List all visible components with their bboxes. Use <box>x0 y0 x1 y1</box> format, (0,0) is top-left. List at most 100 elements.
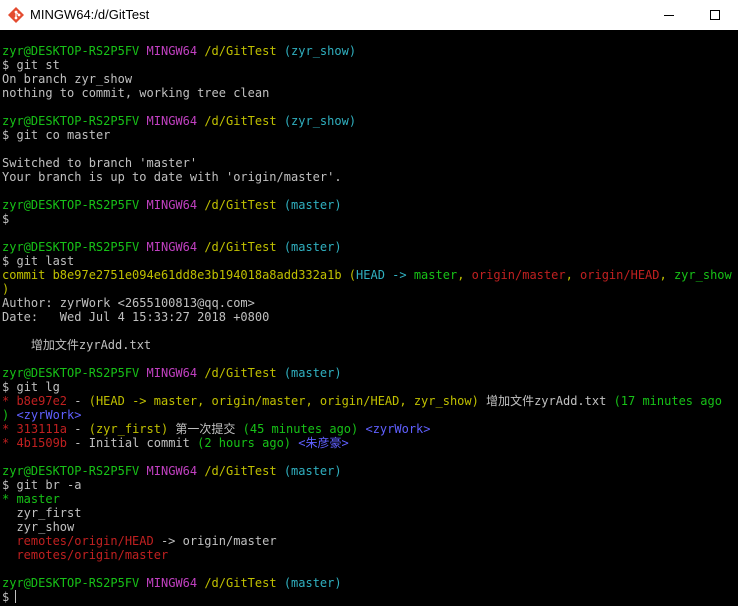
ref-separator: , <box>457 268 472 282</box>
prompt-line: zyr@DESKTOP-RS2P5FV MINGW64 /d/GitTest (… <box>2 366 738 380</box>
prompt-line: zyr@DESKTOP-RS2P5FV MINGW64 /d/GitTest (… <box>2 114 738 128</box>
log-message: 第一次提交 <box>168 422 243 436</box>
prompt-symbol: $ <box>2 478 10 492</box>
log-entry-continued: ) <zyrWork> <box>2 408 738 422</box>
prompt-branch: (zyr_show) <box>283 44 357 58</box>
command-text: git co master <box>16 128 111 142</box>
maximize-icon <box>710 10 720 20</box>
output-line: On branch zyr_show <box>2 72 133 86</box>
ref-master: master <box>413 268 458 282</box>
command-text: git st <box>16 58 60 72</box>
author-line: Author: zyrWork <2655100813@qq.com> <box>2 296 255 310</box>
log-entry: * b8e97e2 - (HEAD -> master, origin/mast… <box>2 394 738 408</box>
command-line: $ git br -a <box>2 478 738 492</box>
maximize-button[interactable] <box>692 0 738 30</box>
title-bar: MINGW64:/d/GitTest <box>0 0 738 30</box>
log-author: <zyrWork> <box>358 422 431 436</box>
log-time: (45 minutes ago) <box>242 422 359 436</box>
log-entry: * 313111a - (zyr_first) 第一次提交 (45 minute… <box>2 422 738 436</box>
current-branch-name: master <box>16 492 60 506</box>
prompt-line: zyr@DESKTOP-RS2P5FV MINGW64 /d/GitTest (… <box>2 198 738 212</box>
prompt-line: zyr@DESKTOP-RS2P5FV MINGW64 /d/GitTest (… <box>2 240 738 254</box>
prompt-symbol: $ <box>2 58 10 72</box>
prompt-line: zyr@DESKTOP-RS2P5FV MINGW64 /d/GitTest (… <box>2 576 738 590</box>
prompt-env: MINGW64 <box>146 464 198 478</box>
date-line: Date: Wed Jul 4 15:33:27 2018 +0800 <box>2 310 270 324</box>
commit-message-line: 增加文件zyrAdd.txt <box>2 338 152 352</box>
prompt-branch: (master) <box>283 240 342 254</box>
prompt-user: zyr@DESKTOP-RS2P5FV <box>2 240 140 254</box>
log-time: (2 hours ago) <box>197 436 292 450</box>
prompt-branch: (master) <box>283 366 342 380</box>
prompt-user: zyr@DESKTOP-RS2P5FV <box>2 464 140 478</box>
ref-origin-head: origin/HEAD <box>580 268 660 282</box>
ref-origin-master: origin/master <box>471 268 566 282</box>
ref-separator: , <box>565 268 581 282</box>
prompt-env: MINGW64 <box>146 576 198 590</box>
prompt-path: /d/GitTest <box>204 240 277 254</box>
active-command-line[interactable]: $ <box>2 590 738 604</box>
ref-separator: , <box>659 268 674 282</box>
graph-star: * <box>2 436 17 450</box>
command-text: git lg <box>16 380 60 394</box>
prompt-env: MINGW64 <box>146 114 198 128</box>
log-dash: - <box>67 436 89 450</box>
output-line: Switched to branch 'master' <box>2 156 198 170</box>
prompt-path: /d/GitTest <box>204 576 277 590</box>
prompt-path: /d/GitTest <box>204 198 277 212</box>
log-refs: (HEAD -> master, origin/master, origin/H… <box>88 394 479 408</box>
ref-zyr-show: zyr_show <box>673 268 732 282</box>
log-hash: 313111a <box>16 422 68 436</box>
prompt-path: /d/GitTest <box>204 366 277 380</box>
ref-head: HEAD -> <box>356 268 414 282</box>
remote-head-target: -> origin/master <box>153 534 277 548</box>
log-hash: b8e97e2 <box>16 394 68 408</box>
prompt-user: zyr@DESKTOP-RS2P5FV <box>2 44 140 58</box>
command-line: $ git co master <box>2 128 738 142</box>
text-cursor <box>15 590 17 603</box>
log-refs: (zyr_first) <box>88 422 169 436</box>
git-bash-icon <box>8 7 24 23</box>
command-line: $ <box>2 212 738 226</box>
terminal-output[interactable]: zyr@DESKTOP-RS2P5FV MINGW64 /d/GitTest (… <box>2 44 738 606</box>
branch-item: zyr_show <box>2 520 75 534</box>
prompt-symbol: $ <box>2 254 10 268</box>
prompt-branch: (master) <box>283 198 342 212</box>
prompt-branch: (zyr_show) <box>283 114 357 128</box>
log-dash: - <box>67 394 89 408</box>
prompt-user: zyr@DESKTOP-RS2P5FV <box>2 366 140 380</box>
minimize-button[interactable] <box>646 0 692 30</box>
log-message: Initial commit <box>88 436 198 450</box>
log-time: (17 minutes ago <box>613 394 722 408</box>
prompt-user: zyr@DESKTOP-RS2P5FV <box>2 198 140 212</box>
output-line: Your branch is up to date with 'origin/m… <box>2 170 342 184</box>
command-line: $ git lg <box>2 380 738 394</box>
prompt-path: /d/GitTest <box>204 44 277 58</box>
command-text: git last <box>16 254 75 268</box>
refs-open: ( <box>348 268 357 282</box>
log-author: <zyrWork> <box>9 408 82 422</box>
prompt-line: zyr@DESKTOP-RS2P5FV MINGW64 /d/GitTest (… <box>2 44 738 58</box>
prompt-env: MINGW64 <box>146 44 198 58</box>
log-hash: 4b1509b <box>16 436 68 450</box>
commit-hash: commit b8e97e2751e094e61dd8e3b194018a8ad… <box>2 268 342 282</box>
prompt-env: MINGW64 <box>146 366 198 380</box>
log-dash: - <box>67 422 89 436</box>
log-author: <朱彦豪> <box>291 436 349 450</box>
graph-star: * <box>2 394 17 408</box>
prompt-symbol: $ <box>2 380 10 394</box>
current-branch-marker: * <box>2 492 17 506</box>
graph-star: * <box>2 422 17 436</box>
commit-line: commit b8e97e2751e094e61dd8e3b194018a8ad… <box>2 268 738 282</box>
prompt-branch: (master) <box>283 464 342 478</box>
remote-branch-item: remotes/origin/master <box>2 548 169 562</box>
prompt-symbol: $ <box>2 212 10 226</box>
remote-branch-item: remotes/origin/HEAD -> origin/master <box>2 534 738 548</box>
prompt-branch: (master) <box>283 576 342 590</box>
command-line: $ git st <box>2 58 738 72</box>
